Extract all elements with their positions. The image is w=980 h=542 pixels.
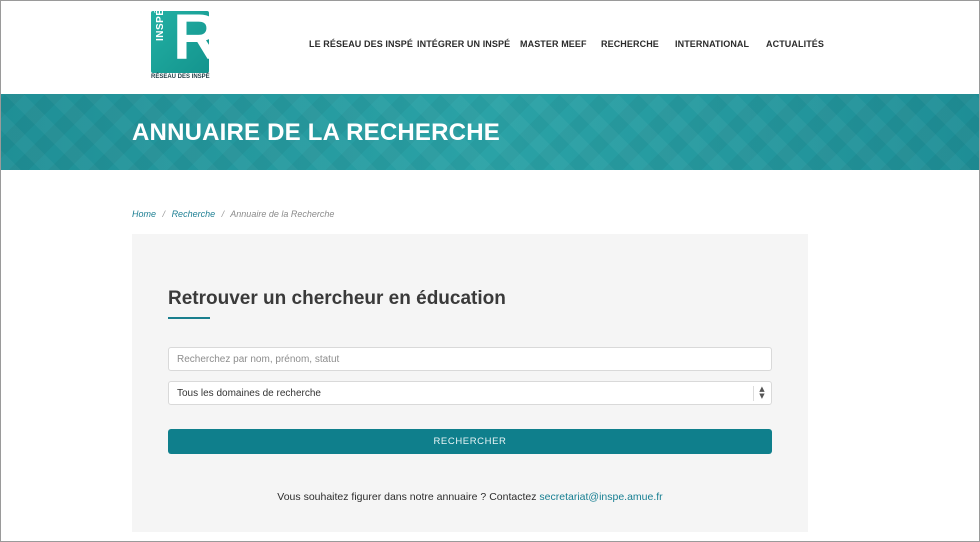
inspe-logo[interactable]: R INSPÉ RÉSEAU DES INSPÉ xyxy=(151,5,219,85)
search-panel-title: Retrouver un chercheur en éducation xyxy=(168,288,506,309)
nav-item-actualites[interactable]: ACTUALITÉS xyxy=(766,39,824,49)
select-divider xyxy=(753,386,754,401)
breadcrumb-separator: / xyxy=(162,209,166,219)
breadcrumb-home-link[interactable]: Home xyxy=(132,209,156,219)
logo-vertical-text: INSPÉ xyxy=(155,8,166,41)
search-panel: Retrouver un chercheur en éducation Tous… xyxy=(132,234,808,532)
contact-email-link[interactable]: secretariat@inspe.amue.fr xyxy=(539,491,662,503)
page-title: ANNUAIRE DE LA RECHERCHE xyxy=(132,119,500,146)
contact-text: Vous souhaitez figurer dans notre annuai… xyxy=(277,491,537,503)
page-banner: ANNUAIRE DE LA RECHERCHE xyxy=(1,94,979,170)
domain-select-value: Tous les domaines de recherche xyxy=(177,388,321,399)
sort-arrows-icon: ▲ ▼ xyxy=(759,385,765,400)
nav-item-recherche[interactable]: RECHERCHE xyxy=(601,39,659,49)
contact-line: Vous souhaitez figurer dans notre annuai… xyxy=(132,491,808,503)
nav-item-international[interactable]: INTERNATIONAL xyxy=(675,39,749,49)
site-header: R INSPÉ RÉSEAU DES INSPÉ LE RÉSEAU DES I… xyxy=(1,1,979,94)
search-input[interactable] xyxy=(168,347,772,371)
nav-item-reseau[interactable]: LE RÉSEAU DES INSPÉ xyxy=(309,39,413,49)
domain-select[interactable]: Tous les domaines de recherche ▲ ▼ xyxy=(168,381,772,405)
title-underline xyxy=(168,317,210,319)
breadcrumb-separator: / xyxy=(221,209,225,219)
logo-badge: R INSPÉ xyxy=(151,5,219,73)
logo-letter: R xyxy=(173,1,220,73)
breadcrumb: Home / Recherche / Annuaire de la Recher… xyxy=(132,209,334,219)
breadcrumb-recherche-link[interactable]: Recherche xyxy=(172,209,216,219)
logo-subtitle: RÉSEAU DES INSPÉ xyxy=(151,74,210,80)
nav-item-integrer[interactable]: INTÉGRER UN INSPÉ xyxy=(417,39,510,49)
search-submit-button[interactable]: RECHERCHER xyxy=(168,429,772,454)
breadcrumb-current: Annuaire de la Recherche xyxy=(230,209,335,219)
nav-item-master-meef[interactable]: MASTER MEEF xyxy=(520,39,587,49)
